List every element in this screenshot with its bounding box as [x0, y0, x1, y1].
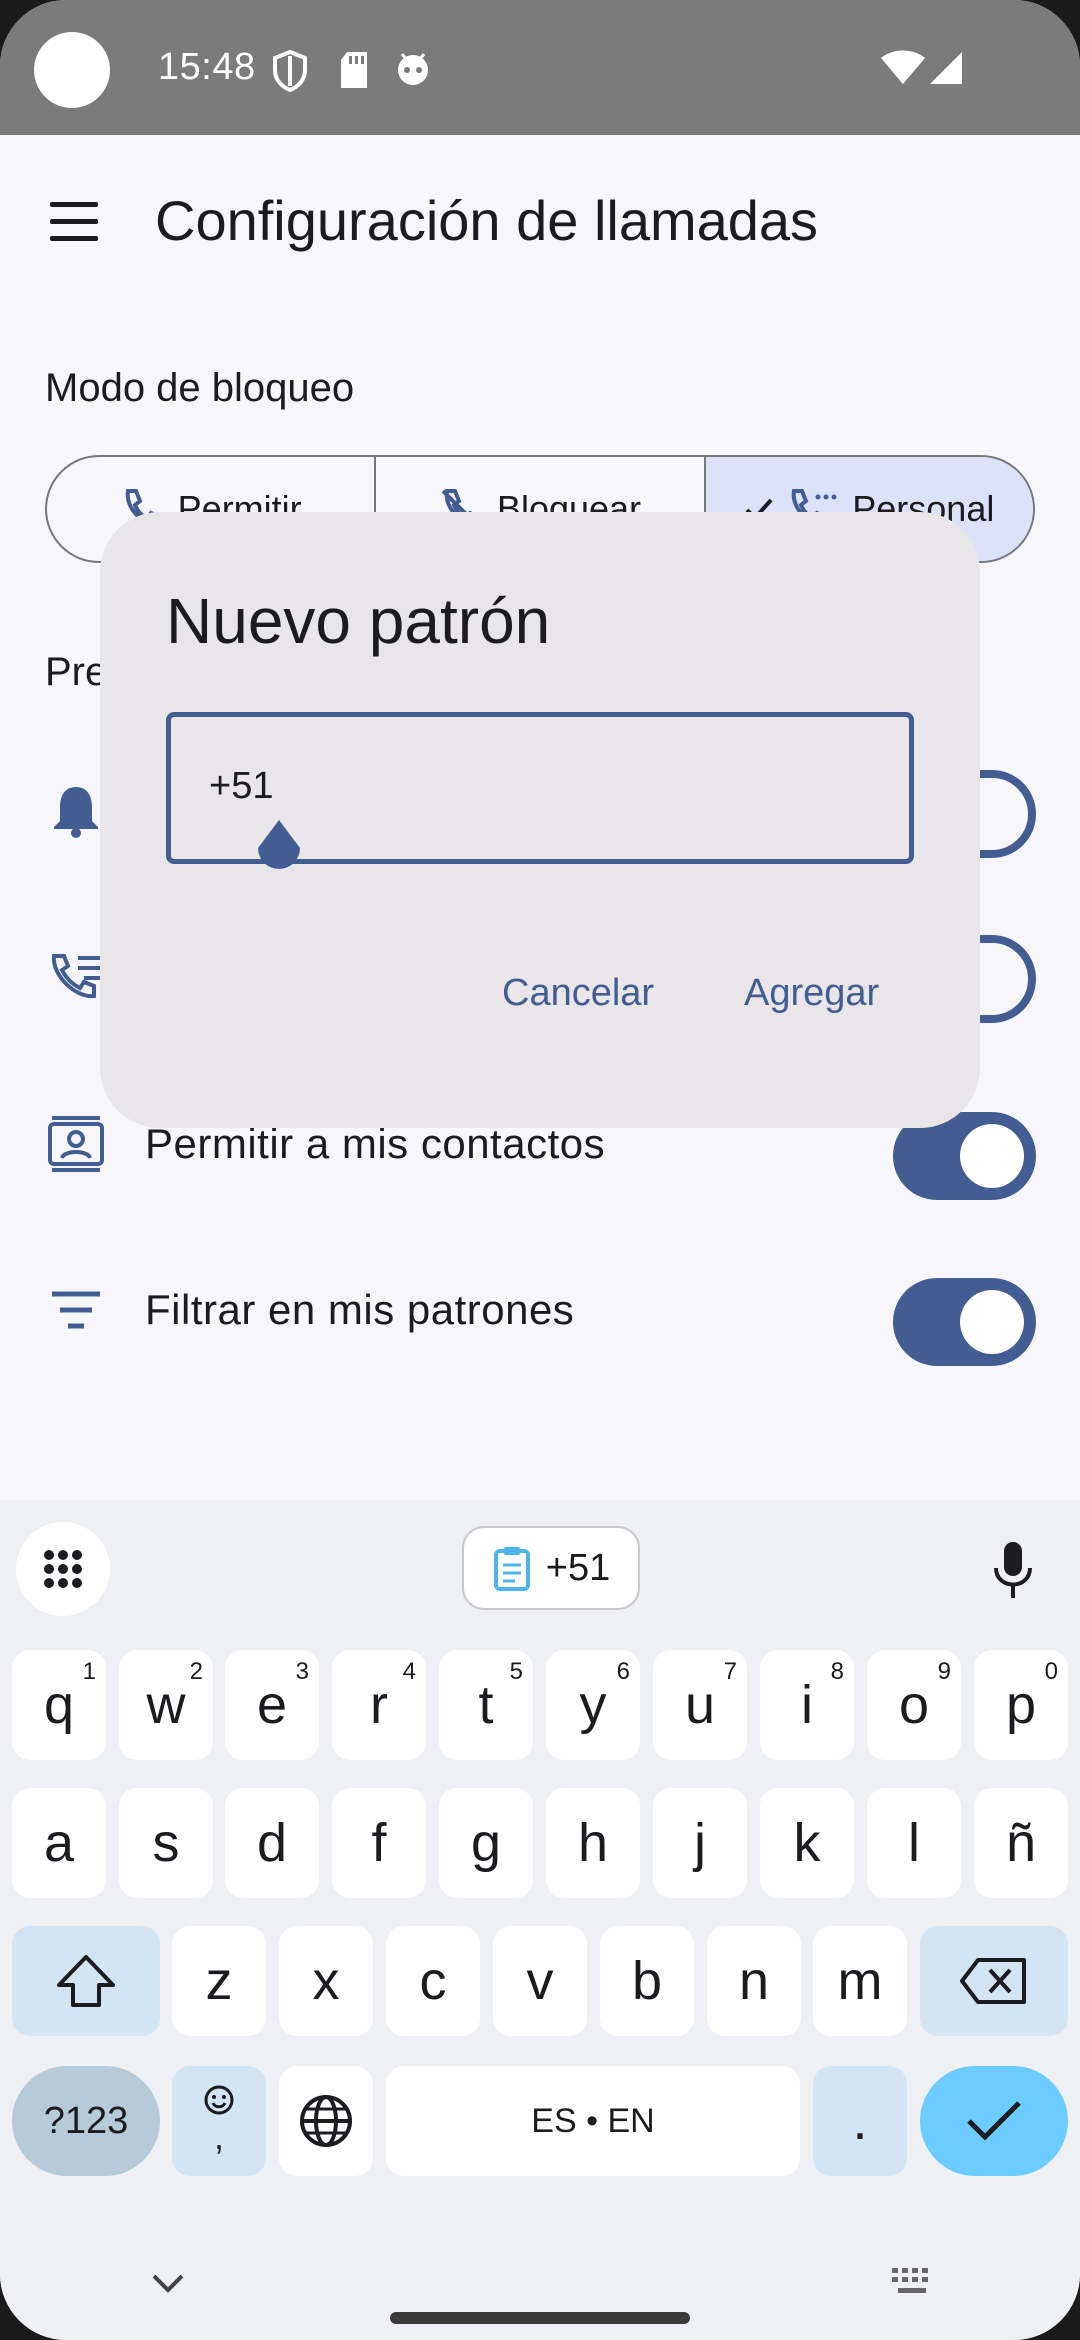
- shift-key[interactable]: [12, 1926, 160, 2036]
- keyboard-toolbar: +51: [0, 1500, 1080, 1628]
- key-g[interactable]: g: [439, 1788, 533, 1898]
- clipboard-icon: [493, 1547, 530, 1591]
- key-h[interactable]: h: [546, 1788, 640, 1898]
- signal-icon: [930, 52, 962, 84]
- key-n[interactable]: n: [707, 1926, 801, 2036]
- screen: 15:48 Configuración de llamadas Modo de …: [0, 0, 1080, 2340]
- key-z[interactable]: z: [172, 1926, 266, 2036]
- clipboard-text: +51: [545, 1546, 611, 1589]
- key-k[interactable]: k: [760, 1788, 854, 1898]
- key-f[interactable]: f: [332, 1788, 426, 1898]
- android-icon: [398, 53, 428, 85]
- key-p[interactable]: p0: [974, 1650, 1068, 1760]
- clipboard-suggestion-chip[interactable]: +51: [462, 1526, 640, 1610]
- cancel-button[interactable]: Cancelar: [502, 972, 654, 1015]
- emoji-comma-key[interactable]: ,: [172, 2066, 266, 2176]
- key-j[interactable]: j: [653, 1788, 747, 1898]
- key-a[interactable]: a: [12, 1788, 106, 1898]
- key-s[interactable]: s: [119, 1788, 213, 1898]
- page-title: Configuración de llamadas: [155, 189, 819, 252]
- preferences-label: Pre: [45, 650, 108, 694]
- key-t[interactable]: t5: [439, 1650, 533, 1760]
- block-mode-label: Modo de bloqueo: [45, 366, 355, 410]
- keyboard-menu-button[interactable]: [16, 1522, 110, 1616]
- key-r[interactable]: r4: [332, 1650, 426, 1760]
- shield-icon: [273, 50, 307, 92]
- backspace-key[interactable]: [920, 1926, 1068, 2036]
- emoji-icon: [204, 2085, 234, 2115]
- done-key[interactable]: [920, 2066, 1068, 2176]
- dialog-title: Nuevo patrón: [166, 585, 551, 657]
- setting-row-patterns[interactable]: Filtrar en mis patrones: [0, 1256, 1080, 1366]
- filter-icon: [52, 1291, 100, 1329]
- text-cursor-handle[interactable]: [250, 818, 308, 876]
- backspace-icon: [960, 1958, 1026, 2004]
- symbols-key[interactable]: ?123: [12, 2066, 160, 2176]
- microphone-icon[interactable]: [990, 1540, 1036, 1600]
- sd-card-icon: [341, 52, 367, 88]
- keyboard-switch-icon[interactable]: [890, 2266, 936, 2298]
- toggle-patterns[interactable]: [893, 1278, 1036, 1366]
- status-time: 15:48: [158, 46, 256, 88]
- soft-keyboard: +51 q1 w2 e3 r4 t5 y6 u7 i8 o9 p0 a s d …: [0, 1500, 1080, 2340]
- check-icon: [967, 2101, 1021, 2141]
- pattern-input[interactable]: [209, 765, 809, 808]
- key-o[interactable]: o9: [867, 1650, 961, 1760]
- call-log-icon: [51, 954, 100, 999]
- key-c[interactable]: c: [386, 1926, 480, 2036]
- key-i[interactable]: i8: [760, 1650, 854, 1760]
- hide-keyboard-icon[interactable]: [150, 2272, 186, 2296]
- language-key[interactable]: [279, 2066, 373, 2176]
- key-l[interactable]: l: [867, 1788, 961, 1898]
- contacts-icon: [48, 1116, 104, 1172]
- key-d[interactable]: d: [225, 1788, 319, 1898]
- status-bar: 15:48: [0, 0, 1080, 135]
- key-b[interactable]: b: [600, 1926, 694, 2036]
- gesture-nav-handle[interactable]: [390, 2312, 690, 2324]
- menu-icon[interactable]: [46, 200, 102, 244]
- apps-grid-icon: [44, 1550, 82, 1588]
- bell-icon: [54, 787, 98, 838]
- key-n-tilde[interactable]: ñ: [974, 1788, 1068, 1898]
- camera-cutout: [34, 32, 110, 108]
- globe-icon: [300, 2095, 352, 2147]
- new-pattern-dialog: Nuevo patrón Cancelar Agregar: [100, 512, 980, 1128]
- key-x[interactable]: x: [279, 1926, 373, 2036]
- key-e[interactable]: e3: [225, 1650, 319, 1760]
- setting-label: Filtrar en mis patrones: [145, 1286, 575, 1333]
- key-u[interactable]: u7: [653, 1650, 747, 1760]
- add-button[interactable]: Agregar: [744, 972, 879, 1015]
- period-key[interactable]: .: [813, 2066, 907, 2176]
- key-q[interactable]: q1: [12, 1650, 106, 1760]
- shift-icon: [57, 1955, 115, 2007]
- space-key[interactable]: ES • EN: [386, 2066, 800, 2176]
- key-v[interactable]: v: [493, 1926, 587, 2036]
- key-y[interactable]: y6: [546, 1650, 640, 1760]
- key-w[interactable]: w2: [119, 1650, 213, 1760]
- wifi-icon: [881, 50, 925, 84]
- key-m[interactable]: m: [813, 1926, 907, 2036]
